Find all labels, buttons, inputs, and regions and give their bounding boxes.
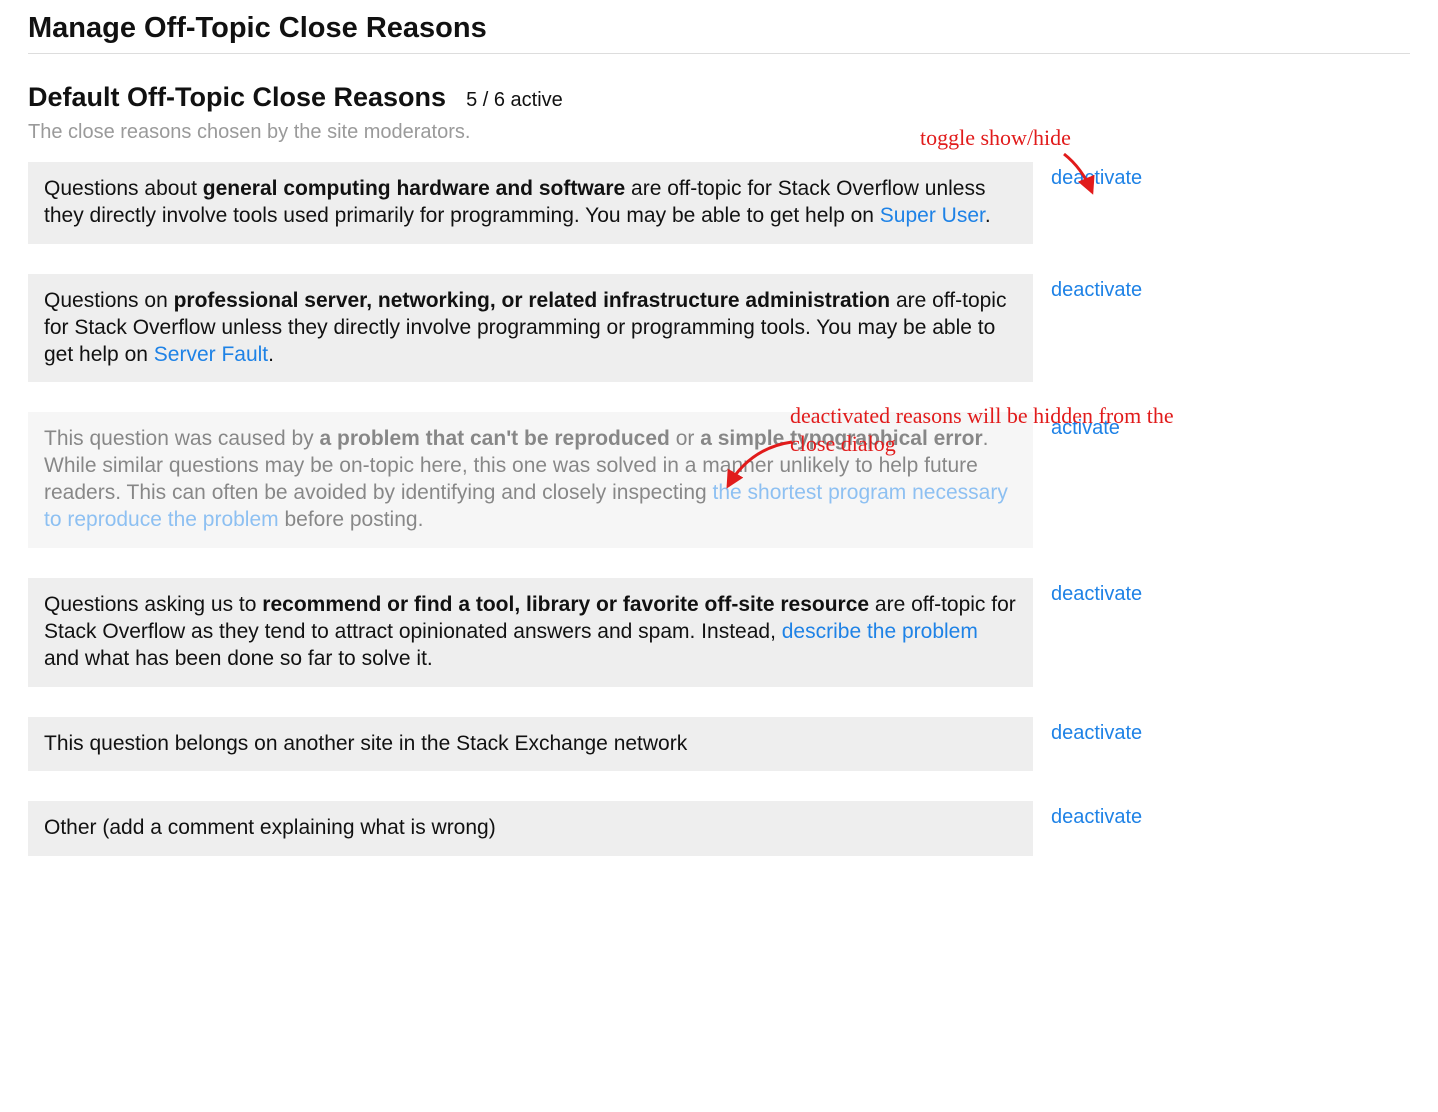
- section-title: Default Off-Topic Close Reasons: [28, 82, 446, 113]
- deactivate-link[interactable]: deactivate: [1051, 583, 1142, 605]
- reason-text: .: [985, 204, 991, 227]
- reason-text: This question was caused by: [44, 427, 319, 450]
- reason-text: before posting.: [279, 508, 424, 531]
- reason-text: Questions asking us to: [44, 593, 262, 616]
- reason-link[interactable]: describe the problem: [782, 620, 978, 643]
- reason-row: Other (add a comment explaining what is …: [28, 801, 1410, 856]
- reason-link[interactable]: Super User: [880, 204, 985, 227]
- reason-box: Other (add a comment explaining what is …: [28, 801, 1033, 856]
- reason-bold: a problem that can't be reproduced: [319, 427, 669, 450]
- reason-text: .: [268, 343, 274, 366]
- reason-text: Questions about: [44, 177, 203, 200]
- reason-bold: recommend or find a tool, library or fav…: [262, 593, 869, 616]
- reason-text: Other (add a comment explaining what is …: [44, 816, 496, 839]
- deactivate-link[interactable]: deactivate: [1051, 167, 1142, 189]
- reason-bold: professional server, networking, or rela…: [174, 289, 891, 312]
- deactivate-link[interactable]: deactivate: [1051, 722, 1142, 744]
- reason-bold: general computing hardware and software: [203, 177, 625, 200]
- reason-box: Questions about general computing hardwa…: [28, 162, 1033, 244]
- reason-text: or: [670, 427, 700, 450]
- reason-row: This question was caused by a problem th…: [28, 412, 1410, 548]
- reason-bold: a simple typographical error: [700, 427, 982, 450]
- reason-row: This question belongs on another site in…: [28, 717, 1410, 772]
- reason-row: Questions asking us to recommend or find…: [28, 578, 1410, 687]
- reason-row: Questions about general computing hardwa…: [28, 162, 1410, 244]
- activate-link[interactable]: activate: [1051, 417, 1120, 439]
- deactivate-link[interactable]: deactivate: [1051, 279, 1142, 301]
- reason-row: Questions on professional server, networ…: [28, 274, 1410, 383]
- reason-text: Questions on: [44, 289, 174, 312]
- page-title: Manage Off-Topic Close Reasons: [28, 12, 1410, 45]
- title-rule: [28, 53, 1410, 54]
- section-subtitle: The close reasons chosen by the site mod…: [28, 121, 1410, 144]
- reason-box: This question belongs on another site in…: [28, 717, 1033, 772]
- reason-text: and what has been done so far to solve i…: [44, 647, 433, 670]
- reason-link[interactable]: Server Fault: [154, 343, 268, 366]
- reason-box-inactive: This question was caused by a problem th…: [28, 412, 1033, 548]
- reason-text: This question belongs on another site in…: [44, 732, 687, 755]
- reason-box: Questions on professional server, networ…: [28, 274, 1033, 383]
- reason-box: Questions asking us to recommend or find…: [28, 578, 1033, 687]
- active-count: 5 / 6 active: [466, 89, 563, 112]
- deactivate-link[interactable]: deactivate: [1051, 806, 1142, 828]
